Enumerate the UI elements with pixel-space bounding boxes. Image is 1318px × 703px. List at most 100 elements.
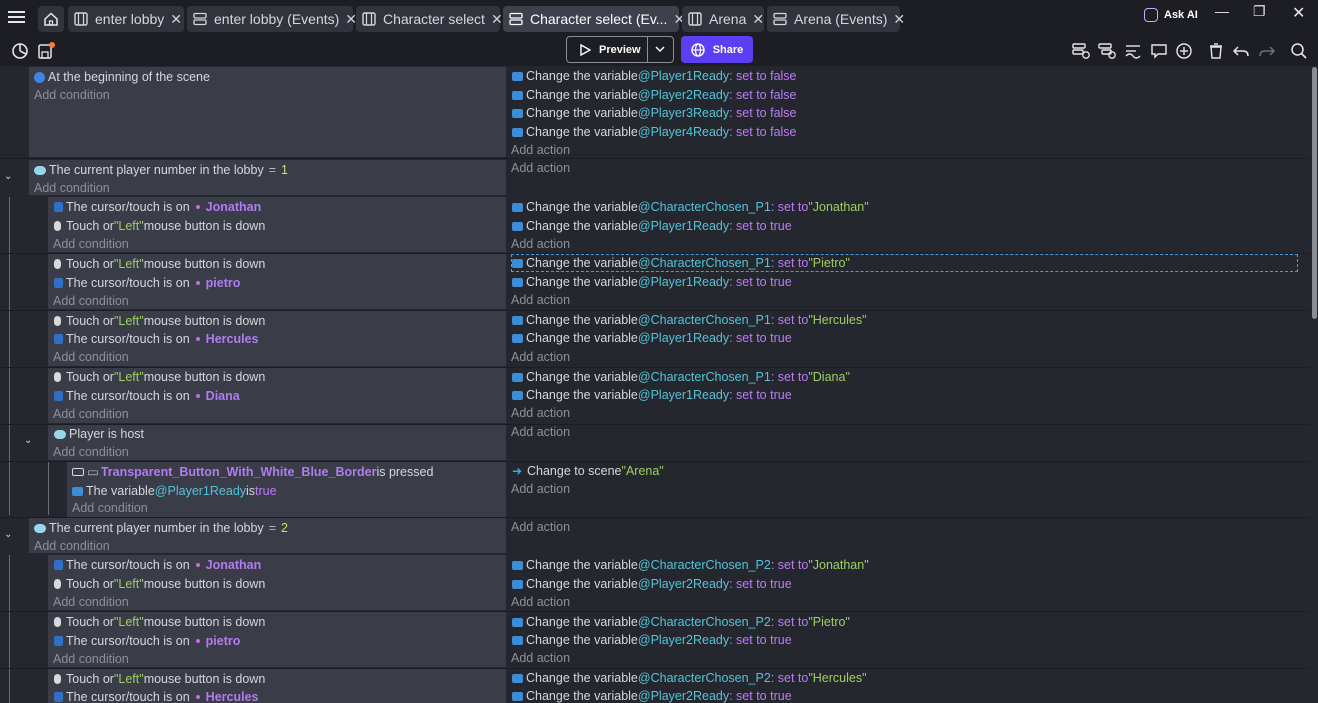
- condition-row[interactable]: The current player number in the lobby =…: [34, 519, 288, 537]
- condition-row[interactable]: The cursor/touch is on Jonathan: [54, 556, 261, 574]
- add-condition-link[interactable]: Add condition: [53, 405, 129, 423]
- action-row[interactable]: Change the variable @Player1Ready : set …: [512, 67, 797, 85]
- condition-row[interactable]: Player is host: [54, 425, 144, 443]
- add-action-link[interactable]: Add action: [511, 518, 570, 536]
- add-condition-link[interactable]: Add condition: [53, 593, 129, 611]
- add-action-link[interactable]: Add action: [511, 141, 570, 159]
- tab-arena-events[interactable]: Arena (Events) ✕: [767, 6, 905, 32]
- home-tab[interactable]: [38, 6, 64, 32]
- add-action-link[interactable]: Add action: [511, 348, 570, 366]
- add-circle-icon[interactable]: [1174, 41, 1194, 61]
- condition-row[interactable]: The cursor/touch is on Hercules: [54, 688, 258, 703]
- variable-name-text: CharacterChosen_P1: [650, 200, 771, 214]
- condition-row[interactable]: At the beginning of the scene: [34, 68, 210, 86]
- condition-row[interactable]: The cursor/touch is on pietro: [54, 632, 240, 650]
- action-row[interactable]: Change the variable @CharacterChosen_P1 …: [512, 198, 869, 216]
- add-action-link[interactable]: Add action: [511, 423, 570, 441]
- collapse-chevron-icon[interactable]: ⌄: [4, 171, 12, 182]
- action-row[interactable]: Change the variable @CharacterChosen_P2 …: [512, 556, 869, 574]
- condition-row[interactable]: The cursor/touch is on Diana: [54, 387, 240, 405]
- action-row[interactable]: Change the variable @Player1Ready : set …: [512, 217, 792, 235]
- variable-name-text: Player4Ready: [650, 125, 730, 139]
- condition-row[interactable]: ▭ Transparent_Button_With_White_Blue_Bor…: [72, 463, 433, 481]
- condition-row[interactable]: The cursor/touch is on Hercules: [54, 330, 258, 348]
- set-value: : set to false: [729, 88, 797, 102]
- action-row[interactable]: Change the variable @CharacterChosen_P2 …: [512, 613, 850, 631]
- action-row[interactable]: Change the variable @Player2Ready : set …: [512, 687, 792, 703]
- minimize-icon[interactable]: —: [1215, 3, 1229, 19]
- condition-row[interactable]: Touch or "Left" mouse button is down: [54, 368, 265, 386]
- add-condition-link[interactable]: Add condition: [53, 292, 129, 310]
- add-condition-link[interactable]: Add condition: [53, 650, 129, 668]
- save-icon[interactable]: [36, 41, 56, 61]
- tab-arena[interactable]: Arena ✕: [682, 6, 764, 32]
- condition-row[interactable]: The variable @Player1Ready is true: [72, 482, 277, 500]
- condition-row[interactable]: Touch or "Left" mouse button is down: [54, 670, 265, 688]
- add-action-link[interactable]: Add action: [511, 593, 570, 611]
- vertical-scrollbar[interactable]: [1311, 67, 1318, 703]
- undo-icon[interactable]: [1231, 41, 1251, 61]
- tab-enter-lobby-events[interactable]: enter lobby (Events) ✕: [187, 6, 357, 32]
- condition-row[interactable]: Touch or "Left" mouse button is down: [54, 613, 265, 631]
- action-row[interactable]: Change the variable @Player2Ready : set …: [512, 86, 797, 104]
- action-row[interactable]: Change the variable @CharacterChosen_P1 …: [512, 311, 867, 329]
- add-action-link[interactable]: Add action: [511, 404, 570, 422]
- add-condition-link[interactable]: Add condition: [34, 179, 110, 197]
- action-row[interactable]: Change the variable @CharacterChosen_P1 …: [512, 254, 850, 272]
- add-condition-link[interactable]: Add condition: [34, 86, 110, 104]
- action-row[interactable]: Change the variable @Player1Ready : set …: [512, 329, 792, 347]
- action-row[interactable]: Change the variable @CharacterChosen_P1 …: [512, 368, 850, 386]
- project-manager-icon[interactable]: [10, 41, 30, 61]
- close-icon[interactable]: ✕: [893, 11, 905, 28]
- preview-dropdown[interactable]: [648, 46, 673, 53]
- add-condition-link[interactable]: Add condition: [34, 537, 110, 555]
- add-subevent-icon[interactable]: [1097, 41, 1117, 61]
- condition-row[interactable]: The cursor/touch is on pietro: [54, 274, 240, 292]
- maximize-icon[interactable]: ❐: [1253, 3, 1266, 20]
- add-other-icon[interactable]: [1123, 41, 1143, 61]
- condition-row[interactable]: Touch or "Left" mouse button is down: [54, 255, 265, 273]
- add-condition-link[interactable]: Add condition: [72, 499, 148, 517]
- search-icon[interactable]: [1289, 41, 1309, 61]
- window-close-icon[interactable]: ✕: [1292, 3, 1305, 23]
- delete-icon[interactable]: [1206, 41, 1226, 61]
- add-condition-link[interactable]: Add condition: [53, 348, 129, 366]
- add-comment-icon[interactable]: [1149, 41, 1169, 61]
- add-condition-link[interactable]: Add condition: [53, 235, 129, 253]
- condition-row[interactable]: Touch or "Left" mouse button is down: [54, 217, 265, 235]
- action-row[interactable]: Change the variable @Player4Ready : set …: [512, 123, 797, 141]
- redo-icon[interactable]: [1257, 41, 1277, 61]
- tab-enter-lobby[interactable]: enter lobby ✕: [68, 6, 184, 32]
- condition-row[interactable]: The current player number in the lobby =…: [34, 161, 288, 179]
- add-action-link[interactable]: Add action: [511, 291, 570, 309]
- collapse-chevron-icon[interactable]: ⌄: [4, 529, 12, 540]
- preview-main[interactable]: Preview: [567, 37, 648, 62]
- add-condition-link[interactable]: Add condition: [53, 443, 129, 461]
- action-row[interactable]: ➜ Change to scene "Arena": [512, 462, 664, 480]
- close-icon[interactable]: ✕: [752, 11, 764, 28]
- action-row[interactable]: Change the variable @Player3Ready : set …: [512, 104, 797, 122]
- condition-row[interactable]: The cursor/touch is on Jonathan: [54, 198, 261, 216]
- share-button[interactable]: Share: [681, 36, 753, 63]
- add-action-link[interactable]: Add action: [511, 159, 570, 177]
- action-row[interactable]: Change the variable @Player1Ready : set …: [512, 273, 792, 291]
- condition-row[interactable]: Touch or "Left" mouse button is down: [54, 312, 265, 330]
- hamburger-menu-icon[interactable]: [8, 8, 28, 28]
- collapse-chevron-icon[interactable]: ⌄: [24, 435, 32, 446]
- add-action-link[interactable]: Add action: [511, 480, 570, 498]
- add-action-link[interactable]: Add action: [511, 649, 570, 667]
- condition-row[interactable]: Touch or "Left" mouse button is down: [54, 575, 265, 593]
- add-event-icon[interactable]: [1071, 41, 1091, 61]
- close-icon[interactable]: ✕: [170, 11, 182, 28]
- close-icon[interactable]: ✕: [491, 11, 503, 28]
- action-row[interactable]: Change the variable @Player2Ready : set …: [512, 631, 792, 649]
- scrollbar-thumb[interactable]: [1312, 67, 1317, 319]
- ask-ai-button[interactable]: Ask AI: [1144, 8, 1198, 22]
- add-action-link[interactable]: Add action: [511, 235, 570, 253]
- action-row[interactable]: Change the variable @CharacterChosen_P2 …: [512, 669, 867, 687]
- tab-character-select[interactable]: Character select ✕: [356, 6, 503, 32]
- preview-button[interactable]: Preview: [566, 36, 674, 63]
- action-row[interactable]: Change the variable @Player1Ready : set …: [512, 386, 792, 404]
- tab-character-select-events[interactable]: Character select (Ev... ✕: [503, 6, 685, 32]
- action-row[interactable]: Change the variable @Player2Ready : set …: [512, 575, 792, 593]
